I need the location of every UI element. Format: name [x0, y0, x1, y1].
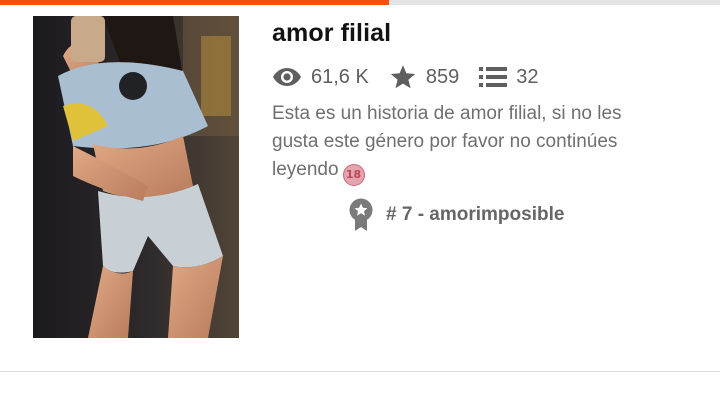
reads-count: 61,6 K — [311, 65, 369, 88]
star-icon — [390, 65, 416, 89]
adult-rating-icon: 18 — [342, 164, 365, 186]
story-description-text: Esta es un historia de amor filial, si n… — [272, 103, 622, 180]
story-description: Esta es un historia de amor filial, si n… — [272, 100, 672, 186]
votes-count: 859 — [425, 65, 460, 88]
reads-stat: 61,6 K — [272, 66, 369, 89]
votes-stat: 859 — [389, 64, 459, 90]
story-stats: 61,6 K 859 32 — [272, 62, 558, 92]
ranking-label: # 7 - amorimposible — [386, 204, 565, 225]
eye-icon — [273, 68, 301, 86]
story-card[interactable]: amor filial 61,6 K 859 32 Esta es un his… — [0, 5, 720, 371]
parts-count: 32 — [516, 65, 539, 88]
parts-stat: 32 — [479, 66, 538, 89]
ribbon-badge-icon — [349, 198, 373, 231]
story-ranking[interactable]: # 7 - amorimposible — [348, 198, 564, 232]
list-icon — [479, 67, 508, 87]
story-cover-image[interactable] — [33, 16, 239, 338]
story-title[interactable]: amor filial — [272, 19, 391, 48]
list-divider — [0, 371, 720, 372]
